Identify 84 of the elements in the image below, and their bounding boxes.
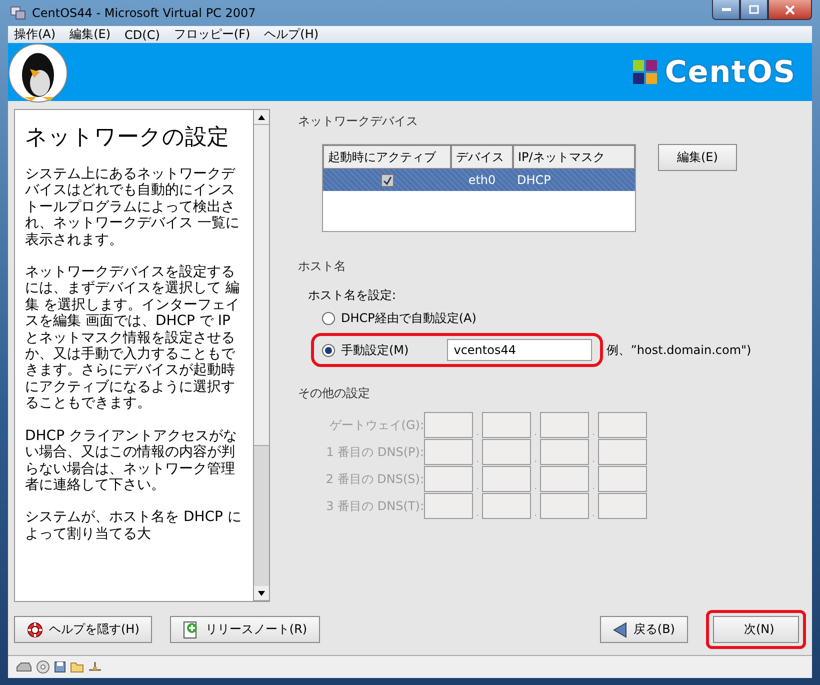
close-button[interactable] <box>768 0 812 20</box>
radio-button[interactable] <box>322 312 335 325</box>
left-arrow-icon <box>613 622 628 638</box>
field-label: 1 番目の DNS(P): <box>325 444 424 460</box>
checkbox[interactable] <box>380 174 394 186</box>
help-paragraph: システムが、ホスト名を DHCP によって割り当てる大 <box>25 509 242 542</box>
column-header[interactable]: IP/ネットマスク <box>513 145 635 169</box>
menu-item[interactable]: ヘルプ(H) <box>264 26 319 43</box>
ip-octet-field[interactable] <box>540 493 589 519</box>
column-header[interactable]: 起動時にアクティブ <box>323 145 451 169</box>
window-title: CentOS44 - Microsoft Virtual PC 2007 <box>32 6 256 20</box>
folder-icon <box>70 661 84 673</box>
section-heading: ネットワークデバイス <box>298 113 419 130</box>
dot-separator: . <box>533 455 538 465</box>
ip-octet-field[interactable] <box>540 412 589 438</box>
dot-separator: . <box>475 482 480 492</box>
dot-separator: . <box>591 509 596 519</box>
menu-item[interactable]: 操作(A) <box>14 26 56 43</box>
ip-octet-field[interactable] <box>482 439 531 465</box>
logo-text: CentOS <box>664 54 796 90</box>
table-row[interactable]: eth0 DHCP <box>323 169 635 191</box>
help-title: ネットワークの設定 <box>25 124 230 152</box>
ip-octet-field[interactable] <box>540 466 589 492</box>
column-header[interactable]: デバイス <box>451 145 513 169</box>
up-arrow-icon[interactable] <box>258 114 265 120</box>
dot-separator: . <box>533 482 538 492</box>
option-label: DHCP経由で自動設定(A) <box>341 310 476 327</box>
field-label: 3 番目の DNS(T): <box>325 498 424 514</box>
section-heading: その他の設定 <box>298 385 371 402</box>
help-paragraph: システム上にあるネットワークデバイスはどれでも自動的にインストールプログラムによって検出され、ネットワークデバイス 一覧に表示されます。 <box>25 166 240 248</box>
computer-icon <box>10 5 26 21</box>
scrollbar[interactable] <box>254 109 270 602</box>
drive-icon <box>16 661 32 673</box>
dot-separator: . <box>475 509 480 519</box>
back-button[interactable]: 戻る(B) <box>600 616 688 643</box>
ip-octet-field[interactable] <box>540 439 589 465</box>
field-label: 2 番目の DNS(S): <box>324 470 424 488</box>
radio-button[interactable] <box>322 344 335 356</box>
ip-octet-field[interactable] <box>424 412 473 438</box>
field-label: ゲートウェイ(G): <box>328 416 424 434</box>
maximize-icon <box>749 5 759 14</box>
document-plus-icon <box>183 620 200 638</box>
notes-button[interactable]: リリースノート(R) <box>170 616 320 643</box>
ip-octet-field[interactable] <box>424 493 473 519</box>
ip-octet-field[interactable] <box>598 466 647 492</box>
dot-separator: . <box>533 428 538 438</box>
section-heading: ホスト名 <box>298 258 347 275</box>
lifebuoy-icon <box>27 622 43 638</box>
minimize-icon <box>722 8 730 12</box>
option-label: 手動設定(M) <box>341 342 409 358</box>
down-arrow-icon[interactable] <box>258 590 265 596</box>
ip-octet-field[interactable] <box>482 493 531 519</box>
dot-separator: . <box>591 428 596 438</box>
menu-item[interactable]: 編集(E) <box>70 26 111 43</box>
hint-text: 例、”host.domain.com") <box>606 342 752 358</box>
floppy-icon <box>54 661 66 673</box>
dot-separator: . <box>591 482 596 492</box>
network-icon <box>88 661 102 673</box>
ip-octet-field[interactable] <box>424 439 473 465</box>
menu-item[interactable]: フロッピー(F) <box>174 26 250 43</box>
dot-separator: . <box>533 509 538 519</box>
minimize-button[interactable] <box>712 0 740 20</box>
ip-octet-field[interactable] <box>482 466 531 492</box>
help-button[interactable]: ヘルプを隠す(H) <box>14 616 152 643</box>
dot-separator: . <box>475 428 480 438</box>
ip-octet-field[interactable] <box>598 412 647 438</box>
maximize-button[interactable] <box>740 0 768 20</box>
dot-separator: . <box>591 455 596 465</box>
next-button[interactable]: 次(N) <box>713 616 799 643</box>
close-icon <box>785 4 795 14</box>
ip-octet-field[interactable] <box>424 466 473 492</box>
field-label: ホスト名を設定: <box>308 287 398 304</box>
help-paragraph: ネットワークデバイスを設定するには、まずデバイスを選択して 編集 を選択します。インターフェイスを編集 画面では、DHCP で IP とネットマスク情報を設定させるか、又は手動で入力することもできます。さらにデバイスが起動時にアクティブになるように選択することもできます。 <box>25 264 240 412</box>
table-cell: eth0 <box>468 173 496 187</box>
edit-button[interactable]: 編集(E) <box>658 144 737 171</box>
menu-item[interactable]: CD(C) <box>124 28 160 42</box>
table-cell-text: DHCP <box>516 173 551 187</box>
ip-octet-field[interactable] <box>598 493 647 519</box>
ip-octet-field[interactable] <box>482 412 531 438</box>
dot-separator: . <box>475 455 480 465</box>
ip-octet-field[interactable] <box>598 439 647 465</box>
disc-icon <box>36 660 50 674</box>
help-paragraph: DHCP クライアントアクセスがない場合、又はこの情報の内容が判らない場合は、ネットワーク管理者に連絡して下さい。 <box>25 428 238 494</box>
hostname-field[interactable]: vcentos44 <box>446 339 592 361</box>
